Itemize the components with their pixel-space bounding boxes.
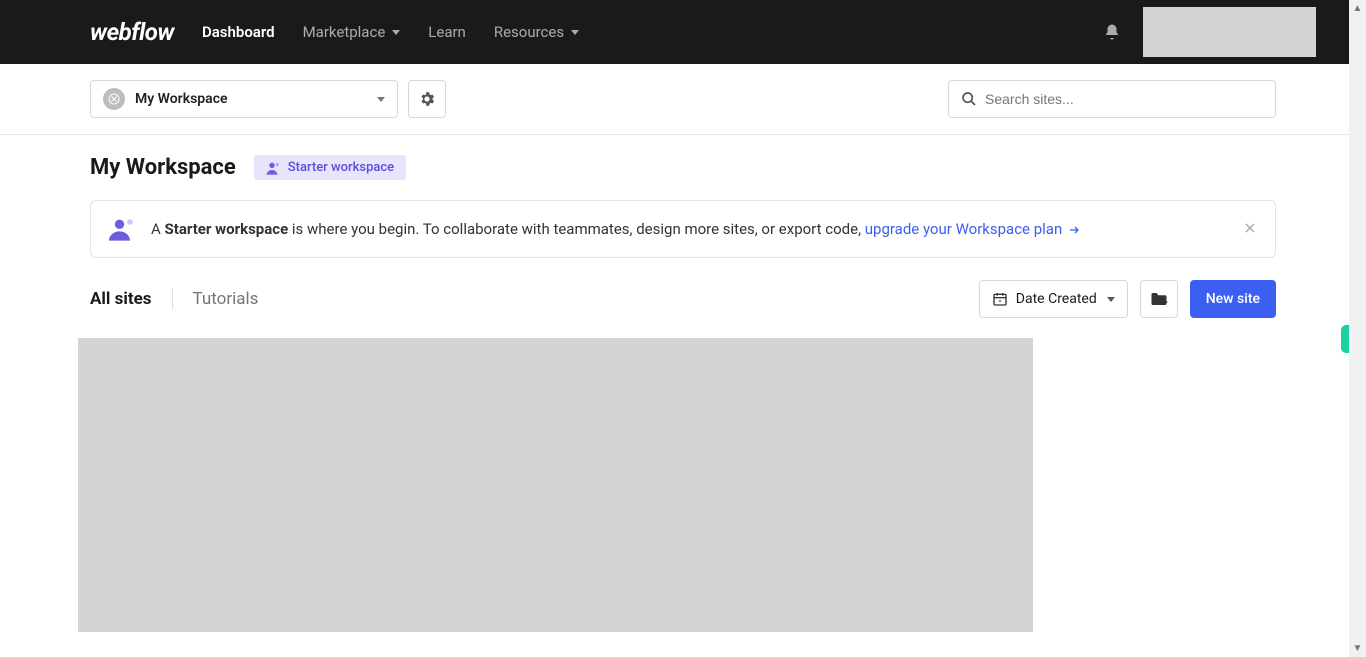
account-area[interactable]: [1143, 7, 1316, 57]
nav-dashboard[interactable]: Dashboard: [202, 23, 275, 41]
new-folder-button[interactable]: [1140, 280, 1178, 318]
site-card-placeholder[interactable]: [78, 338, 1033, 632]
gear-icon: [418, 90, 436, 108]
chevron-down-icon: [571, 30, 579, 35]
logo[interactable]: webflow: [90, 18, 174, 46]
page-title: My Workspace: [90, 155, 236, 180]
close-icon: [1243, 221, 1257, 235]
folder-add-icon: [1150, 291, 1168, 307]
nav-resources-label: Resources: [494, 23, 564, 41]
top-nav-right: [1103, 0, 1316, 64]
banner-close[interactable]: [1223, 219, 1257, 240]
workspace-dropdown[interactable]: My Workspace: [90, 80, 398, 118]
arrow-right-icon: [1068, 224, 1080, 236]
workspace-avatar-icon: [103, 88, 125, 110]
nav-marketplace-label: Marketplace: [303, 23, 386, 41]
people-icon: [109, 217, 137, 241]
bell-icon[interactable]: [1103, 23, 1121, 41]
new-site-button[interactable]: New site: [1190, 280, 1276, 318]
workspace-name: My Workspace: [135, 91, 228, 107]
tabs-right: Date Created New site: [979, 280, 1276, 318]
scrollbar[interactable]: ▲ ▼: [1349, 0, 1366, 657]
scroll-up[interactable]: ▲: [1349, 0, 1366, 17]
top-nav: webflow Dashboard Marketplace Learn Reso…: [0, 0, 1366, 64]
sort-dropdown[interactable]: Date Created: [979, 280, 1128, 318]
upgrade-banner: A Starter workspace is where you begin. …: [90, 200, 1276, 258]
upgrade-link[interactable]: upgrade your Workspace plan: [865, 220, 1080, 238]
people-icon: [266, 161, 282, 175]
header-row: My Workspace Starter workspace: [90, 155, 1276, 180]
banner-text: A Starter workspace is where you begin. …: [151, 220, 1080, 238]
main-content: My Workspace Starter workspace A Starter…: [0, 135, 1366, 632]
tab-all-sites[interactable]: All sites: [90, 289, 172, 309]
nav-resources[interactable]: Resources: [494, 23, 579, 41]
starter-badge-label: Starter workspace: [288, 160, 394, 175]
settings-button[interactable]: [408, 80, 446, 118]
search-input[interactable]: [985, 91, 1263, 107]
calendar-sort-icon: [992, 291, 1008, 307]
chevron-down-icon: [1107, 297, 1115, 302]
search-icon: [961, 91, 977, 107]
starter-badge[interactable]: Starter workspace: [254, 155, 406, 180]
tab-tutorials[interactable]: Tutorials: [172, 289, 279, 309]
side-help-tab[interactable]: [1341, 325, 1349, 353]
nav-learn[interactable]: Learn: [428, 23, 466, 41]
chevron-down-icon: [392, 30, 400, 35]
sub-bar: My Workspace: [0, 64, 1366, 135]
sort-label: Date Created: [1016, 291, 1097, 307]
scroll-down[interactable]: ▼: [1349, 640, 1366, 657]
nav-marketplace[interactable]: Marketplace: [303, 23, 401, 41]
chevron-down-icon: [377, 97, 385, 102]
search-box[interactable]: [948, 80, 1276, 118]
tabs-row: All sites Tutorials Date Created New sit…: [90, 280, 1276, 318]
